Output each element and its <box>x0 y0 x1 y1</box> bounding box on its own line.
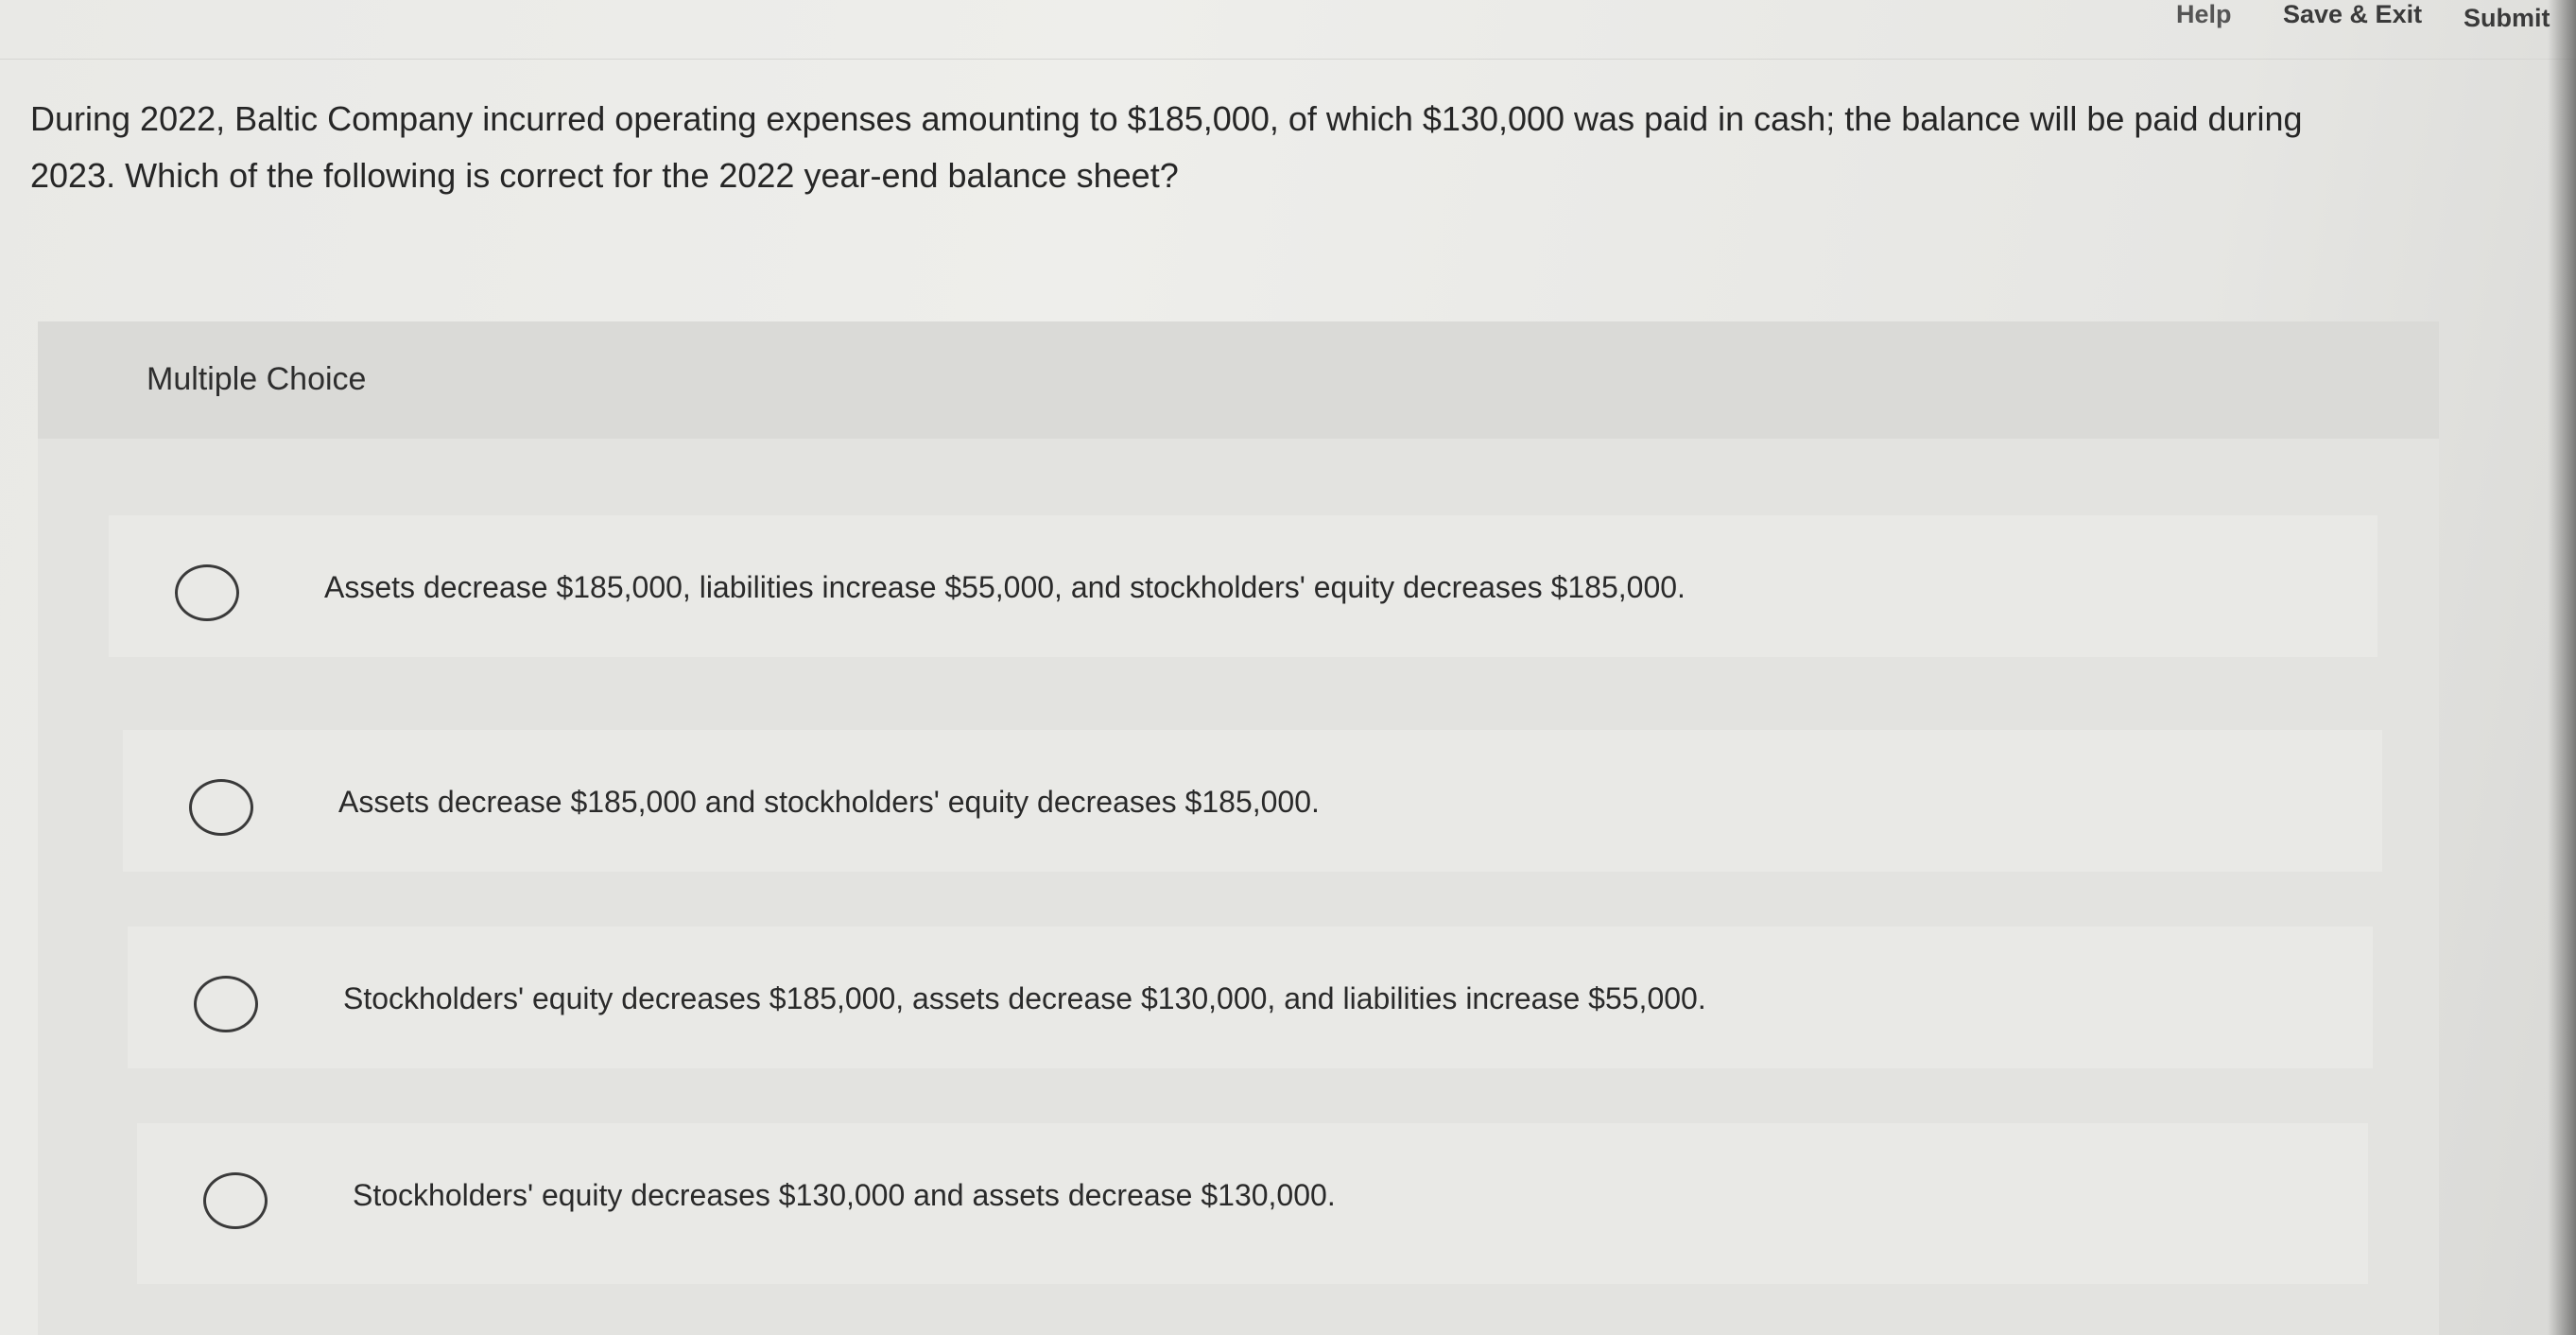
choice-label: Stockholders' equity decreases $130,000 … <box>353 1178 1336 1212</box>
radio-button-icon[interactable] <box>203 1172 268 1229</box>
question-text: During 2022, Baltic Company incurred ope… <box>30 99 2303 195</box>
choice-option-3[interactable]: Stockholders' equity decreases $185,000,… <box>128 927 2373 1068</box>
choice-option-1[interactable]: Assets decrease $185,000, liabilities in… <box>109 515 2377 657</box>
screen-edge-shadow <box>2548 0 2576 1335</box>
top-bar: Help Save & Exit Submit <box>0 0 2576 60</box>
submit-link[interactable]: Submit <box>2464 4 2550 33</box>
choice-label: Assets decrease $185,000, liabilities in… <box>324 570 1686 604</box>
choice-label: Stockholders' equity decreases $185,000,… <box>343 981 1706 1015</box>
choice-label: Assets decrease $185,000 and stockholder… <box>338 785 1320 819</box>
radio-button-icon[interactable] <box>194 976 258 1032</box>
choice-option-2[interactable]: Assets decrease $185,000 and stockholder… <box>123 730 2382 872</box>
choice-option-4[interactable]: Stockholders' equity decreases $130,000 … <box>137 1123 2368 1284</box>
multiple-choice-header: Multiple Choice <box>38 321 2439 439</box>
radio-button-icon[interactable] <box>175 564 239 621</box>
radio-button-icon[interactable] <box>189 779 253 836</box>
help-link[interactable]: Help <box>2176 0 2232 29</box>
save-exit-link[interactable]: Save & Exit <box>2283 0 2422 29</box>
multiple-choice-title: Multiple Choice <box>147 361 367 397</box>
